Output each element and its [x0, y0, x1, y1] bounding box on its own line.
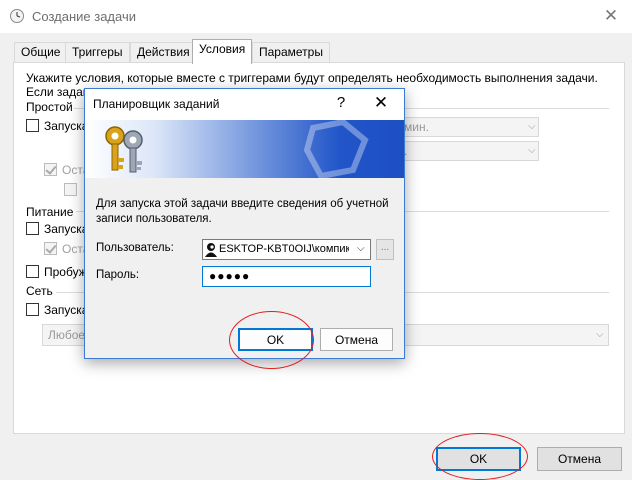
tab-triggers[interactable]: Триггеры [65, 42, 130, 63]
window-title: Создание задачи [32, 9, 136, 24]
dialog-titlebar: Планировщик заданий ? ✕ [85, 89, 404, 120]
watermark-icon [303, 120, 373, 178]
wake-label: Пробуж [44, 265, 87, 279]
idle-duration-value: мин. [404, 120, 429, 134]
clock-icon [9, 8, 25, 24]
dialog-title: Планировщик заданий [93, 97, 220, 111]
user-select[interactable]: ESKTOP-KBT0OIJ\компик ⌵ [202, 239, 371, 260]
dialog-info-text: Для запуска этой задачи введите сведения… [96, 198, 389, 225]
password-input[interactable]: ●●●●● [202, 266, 371, 287]
annotation-ellipse [432, 433, 528, 480]
user-label: Пользователь: [96, 242, 174, 254]
user-value: ESKTOP-KBT0OIJ\компик [219, 243, 349, 255]
browse-button[interactable]: ... [376, 239, 394, 260]
chevron-down-icon: ⌵ [357, 243, 365, 254]
tab-actions[interactable]: Действия [130, 42, 197, 63]
help-icon[interactable]: ? [331, 94, 351, 111]
close-icon[interactable]: ✕ [596, 4, 626, 28]
idle-checkbox-label: Запуска [44, 119, 89, 133]
power-ac-label: Запуска [44, 222, 89, 236]
group-idle-label: Простой [26, 100, 73, 114]
password-label: Пароль: [96, 269, 140, 281]
close-icon[interactable]: ✕ [370, 93, 392, 113]
dialog-cancel-button[interactable]: Отмена [320, 328, 393, 351]
user-icon [205, 242, 217, 257]
chevron-down-icon: ⌵ [596, 329, 604, 340]
intro-text-2: Если задан [26, 85, 90, 99]
idle-restart-checkbox[interactable] [64, 183, 77, 196]
wake-checkbox[interactable] [26, 265, 39, 278]
idle-checkbox[interactable] [26, 119, 39, 132]
network-checkbox[interactable] [26, 303, 39, 316]
annotation-ellipse [229, 311, 314, 369]
idle-stop-checkbox[interactable] [44, 163, 57, 176]
group-power-label: Питание [26, 205, 74, 219]
group-network-label: Сеть [26, 284, 53, 298]
keys-icon [99, 122, 151, 176]
power-stop-checkbox[interactable] [44, 242, 57, 255]
intro-text: Укажите условия, которые вместе с тригге… [26, 71, 598, 85]
tab-general[interactable]: Общие [14, 42, 68, 63]
idle-duration-select[interactable]: мин. ⌵ [399, 117, 539, 137]
network-select-value: Любое [48, 328, 86, 342]
power-ac-checkbox[interactable] [26, 222, 39, 235]
network-label: Запуска [44, 303, 89, 317]
main-titlebar: Создание задачи ✕ [0, 0, 632, 33]
dialog-banner [85, 120, 404, 178]
idle-wait-select[interactable]: . ⌵ [399, 141, 539, 161]
chevron-down-icon: ⌵ [528, 145, 536, 156]
chevron-down-icon: ⌵ [528, 121, 536, 132]
main-cancel-button[interactable]: Отмена [537, 447, 622, 471]
tab-settings[interactable]: Параметры [252, 42, 330, 63]
tab-conditions[interactable]: Условия [192, 39, 253, 64]
